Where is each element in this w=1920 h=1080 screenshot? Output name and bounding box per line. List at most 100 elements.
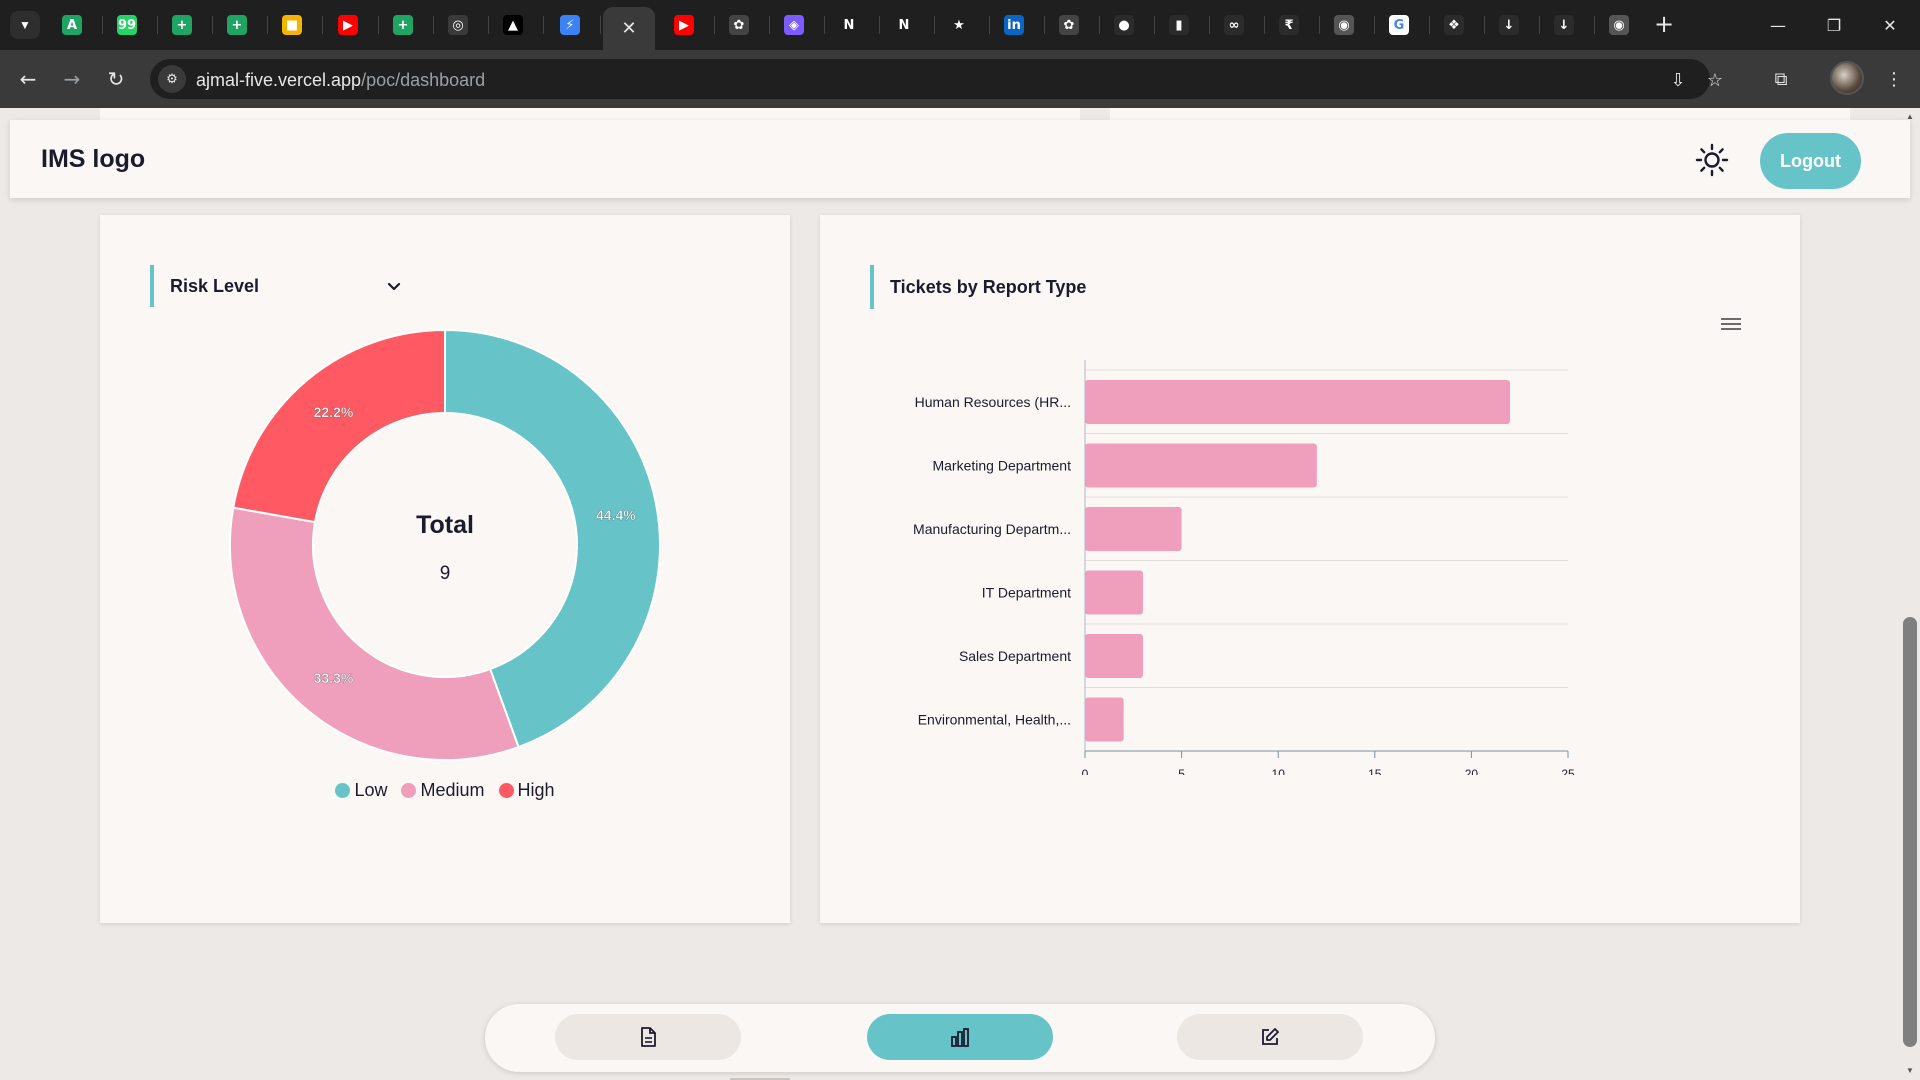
scrollbar-thumb[interactable] [1903, 617, 1917, 1047]
reload-button[interactable]: ↻ [100, 63, 132, 95]
sun-icon[interactable] [1695, 143, 1729, 177]
bar[interactable] [1085, 507, 1182, 551]
x-tick-label: 15 [1368, 767, 1382, 775]
edit-icon [1262, 1028, 1279, 1045]
address-url[interactable]: ajmal-five.vercel.app/poc/dashboard [196, 70, 485, 91]
browser-tab[interactable]: ◈ [780, 7, 808, 43]
youtube-icon: ▶ [674, 15, 694, 35]
tab-separator [1594, 16, 1595, 34]
browser-tab[interactable]: ◉ [1330, 7, 1358, 43]
browser-tab[interactable]: A [58, 7, 86, 43]
active-tab[interactable]: ✕ [603, 7, 655, 50]
bar[interactable] [1085, 443, 1317, 488]
browser-tab[interactable]: ↓ [1550, 7, 1578, 43]
tab-search-button[interactable]: ▼ [10, 11, 40, 39]
tab-separator [1319, 16, 1320, 34]
donut-slice-high[interactable] [232, 328, 446, 524]
profile-avatar[interactable] [1830, 61, 1864, 95]
category-label: Environmental, Health,... [918, 712, 1071, 728]
browser-tab[interactable]: N [890, 7, 918, 43]
nav-edit-button[interactable] [1177, 1014, 1363, 1060]
donut-percent-label: 44.4% [596, 507, 636, 523]
app-logo[interactable]: IMS logo [41, 145, 145, 174]
browser-tab[interactable]: ✿ [1055, 7, 1083, 43]
bar[interactable] [1085, 380, 1511, 424]
x-tick-label: 25 [1561, 767, 1575, 775]
geeksforgeeks-icon: ∞ [1224, 15, 1244, 35]
browser-tab[interactable]: + [223, 7, 251, 43]
risk-legend: Low Medium High [100, 780, 790, 801]
category-label: Marketing Department [932, 458, 1071, 474]
browser-tab[interactable]: ◎ [444, 7, 472, 43]
notion-icon: N [894, 15, 914, 35]
browser-tab[interactable]: ↓ [1495, 7, 1523, 43]
tab-separator [212, 16, 213, 34]
page-scrollbar[interactable]: ▲ ▼ [1900, 108, 1920, 1080]
browser-tab[interactable]: 99 [113, 7, 141, 43]
legend-item-medium[interactable]: Medium [401, 780, 485, 801]
bookmark-star-icon[interactable]: ☆ [1702, 67, 1728, 93]
category-label: Sales Department [959, 648, 1071, 664]
browser-tab[interactable]: ▲ [499, 7, 527, 43]
browser-tab[interactable]: in [1000, 7, 1028, 43]
browser-tab[interactable]: ◉ [1605, 7, 1633, 43]
zap-icon: ⚡ [560, 15, 580, 35]
hamburger-icon[interactable] [1720, 315, 1742, 333]
tab-separator [1044, 16, 1045, 34]
google-icon: G [1389, 15, 1409, 35]
nav-reports-button[interactable] [555, 1014, 741, 1060]
scroll-down-icon[interactable]: ▼ [1905, 1065, 1915, 1075]
browser-tab[interactable]: G [1385, 7, 1413, 43]
browser-tab[interactable]: ⚡ [556, 7, 584, 43]
address-bar[interactable]: ⚙ ajmal-five.vercel.app/poc/dashboard ⇩ … [150, 59, 1723, 99]
legend-item-high[interactable]: High [498, 780, 555, 801]
browser-tab[interactable]: ∞ [1220, 7, 1248, 43]
browser-tab[interactable]: ▶ [670, 7, 698, 43]
tab-separator [1539, 16, 1540, 34]
bar[interactable] [1085, 634, 1143, 678]
browser-toolbar: ← → ↻ ⚙ ajmal-five.vercel.app/poc/dashbo… [0, 50, 1920, 108]
browser-tab[interactable]: ✿ [725, 7, 753, 43]
youtube-icon: ▶ [338, 15, 358, 35]
google-sheets-icon: + [393, 15, 413, 35]
minimize-button[interactable]: — [1750, 0, 1806, 50]
linkedin-icon: in [1004, 15, 1024, 35]
vercel-icon: ▲ [503, 15, 523, 35]
close-window-button[interactable]: ✕ [1862, 0, 1918, 50]
install-app-icon[interactable]: ⇩ [1665, 67, 1691, 93]
restore-button[interactable]: ❐ [1806, 0, 1862, 50]
card-peek [100, 108, 1080, 120]
browser-tab[interactable]: ▶ [334, 7, 362, 43]
nav-dashboard-button[interactable] [867, 1014, 1053, 1060]
notion-icon: N [839, 15, 859, 35]
tab-separator [824, 16, 825, 34]
legend-item-low[interactable]: Low [335, 780, 387, 801]
browser-tab[interactable]: ★ [945, 7, 973, 43]
browser-tab[interactable]: + [168, 7, 196, 43]
tab-separator [1429, 16, 1430, 34]
browser-tab[interactable]: ₹ [1275, 7, 1303, 43]
browser-tab[interactable]: + [389, 7, 417, 43]
browser-tab[interactable]: ● [1110, 7, 1138, 43]
figma-icon: ❖ [1444, 15, 1464, 35]
risk-level-select[interactable]: Risk Level [150, 265, 412, 307]
browser-tab[interactable]: ❖ [1440, 7, 1468, 43]
tab-separator [934, 16, 935, 34]
tab-separator [102, 16, 103, 34]
new-tab-button[interactable]: + [1650, 10, 1678, 38]
logout-button[interactable]: Logout [1760, 133, 1861, 189]
tab-separator [769, 16, 770, 34]
forward-button[interactable]: → [56, 63, 88, 95]
donut-slice-medium[interactable] [229, 506, 520, 761]
app-header: IMS logo Logout [10, 120, 1910, 198]
browser-tab[interactable]: ▮ [1165, 7, 1193, 43]
browser-tab[interactable]: N [835, 7, 863, 43]
extensions-icon[interactable]: ⧉ [1765, 63, 1797, 95]
site-info-icon[interactable]: ⚙ [158, 65, 186, 93]
back-button[interactable]: ← [12, 63, 44, 95]
menu-dots-icon[interactable]: ⋮ [1878, 63, 1910, 95]
close-tab-icon[interactable]: ✕ [621, 18, 636, 39]
bar[interactable] [1085, 570, 1143, 615]
bar[interactable] [1085, 697, 1124, 742]
browser-tab[interactable]: ■ [278, 7, 306, 43]
